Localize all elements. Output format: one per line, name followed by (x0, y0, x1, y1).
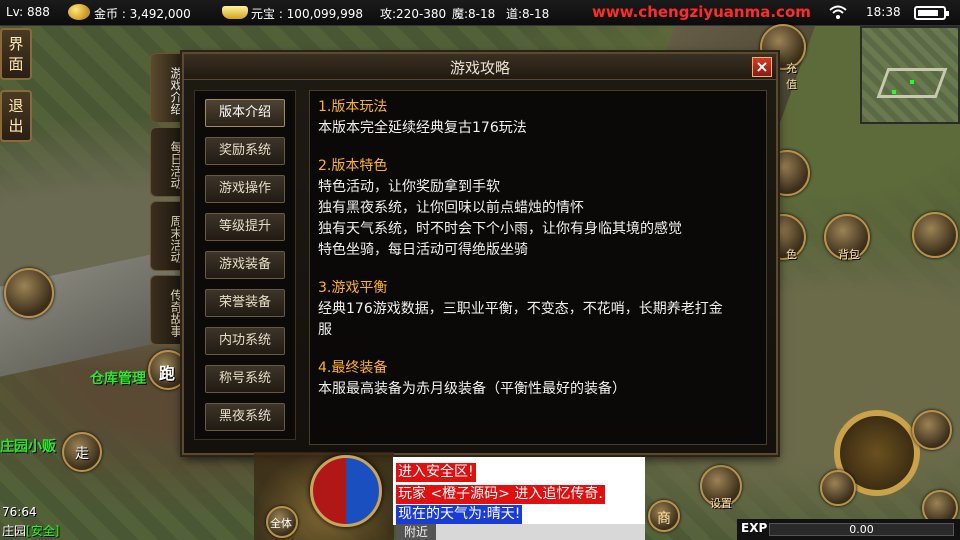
bag-label: 背包 (838, 248, 860, 261)
section-gameplay: 1.版本玩法 本版本完全延续经典复古176玩法 (318, 97, 758, 139)
shop-label: 商 (657, 511, 671, 527)
npc-vendor-label[interactable]: 庄园小贩 (0, 436, 56, 456)
close-button[interactable]: × (752, 57, 772, 77)
section-title: 2.版本特色 (318, 158, 388, 174)
chat-message: 玩家 <橙子源码> 进入追忆传奇. (396, 485, 605, 504)
chat-input[interactable] (436, 524, 645, 540)
status-bar: Lv: 888 金币 : 3,492,000 元宝 : 100,099,998 … (0, 0, 960, 26)
section-line: 独有天气系统，时不时会下个小雨，让你有身临其境的感觉 (318, 221, 682, 237)
recharge-label: 充值 (786, 62, 797, 91)
vtab-legend-story[interactable]: 传奇故事 (150, 275, 183, 345)
bag-button[interactable]: 背包 (824, 214, 870, 261)
section-line: 特色坐骑，每日活动可得绝版坐骑 (318, 242, 528, 258)
settings-label: 设置 (710, 497, 732, 510)
vtab-daily-events[interactable]: 每日活动 (150, 127, 183, 197)
section-line: 经典176游戏数据，三职业平衡，不变态，不花哨，长期养老打金 (318, 301, 723, 317)
all-channel-button[interactable]: 全体 (266, 506, 298, 538)
map-name-text: 庄园 (2, 524, 27, 538)
minimap[interactable] (860, 26, 960, 124)
character-avatar-button[interactable] (4, 268, 54, 318)
section-balance: 3.游戏平衡 经典176游戏数据，三职业平衡，不变态，不花哨，长期养老打金 服 (318, 278, 758, 341)
tao-stat: 道:8-18 (506, 7, 550, 21)
minimap-player-marker (910, 80, 914, 84)
safe-zone-badge: [安全] (26, 524, 60, 538)
gold-amount: 金币 : 3,492,000 (94, 7, 191, 21)
chat-message: 进入安全区! (396, 463, 476, 482)
menu-version-intro[interactable]: 版本介绍 (205, 99, 285, 127)
exp-track: 0.00 (769, 523, 954, 536)
battery-icon (914, 6, 949, 20)
walk-toggle-button[interactable]: 走 (62, 432, 102, 472)
dialog-titlebar: 游戏攻略 × (184, 54, 776, 80)
vtab-weekend-events[interactable]: 周末活动 (150, 201, 183, 271)
battery-fill (918, 10, 939, 16)
chat-message: 现在的天气为:晴天! (396, 505, 523, 524)
section-line: 服 (318, 322, 332, 338)
chat-log[interactable]: 进入安全区! 玩家 <橙子源码> 进入追忆传奇. 现在的天气为:晴天! (393, 457, 645, 525)
magic-stat: 魔:8-18 (452, 7, 496, 21)
shop-button[interactable]: 商 (648, 500, 680, 532)
section-line: 本版本完全延续经典复古176玩法 (318, 120, 527, 136)
section-line: 特色活动，让你奖励拿到手软 (318, 179, 500, 195)
clock: 18:38 (866, 5, 901, 19)
exit-button-label: 退出 (8, 97, 24, 135)
hp-mp-orb (310, 455, 382, 527)
yuanbao-ingot-icon (222, 6, 248, 19)
menu-title-system[interactable]: 称号系统 (205, 365, 285, 393)
wifi-icon (829, 5, 847, 19)
menu-honor-equipment[interactable]: 荣誉装备 (205, 289, 285, 317)
all-channel-label: 全体 (270, 517, 292, 530)
interface-button[interactable]: 界面 (0, 28, 32, 80)
guide-menu: 版本介绍 奖励系统 游戏操作 等级提升 游戏装备 荣誉装备 内功系统 称号系统 … (194, 90, 296, 440)
menu-level-up[interactable]: 等级提升 (205, 213, 285, 241)
section-line: 本服最高装备为赤月级装备（平衡性最好的装备） (318, 381, 626, 397)
section-line: 独有黑夜系统，让你回味以前点蜡烛的情怀 (318, 200, 584, 216)
section-title: 1.版本玩法 (318, 99, 388, 115)
section-features: 2.版本特色 特色活动，让你奖励拿到手软 独有黑夜系统，让你回味以前点蜡烛的情怀… (318, 156, 758, 261)
menu-game-controls[interactable]: 游戏操作 (205, 175, 285, 203)
exit-button[interactable]: 退出 (0, 90, 32, 142)
menu-night-system[interactable]: 黑夜系统 (205, 403, 285, 431)
interface-button-label: 界面 (8, 35, 24, 73)
exp-value: 0.00 (849, 523, 874, 536)
game-guide-dialog: 游戏攻略 × 版本介绍 奖励系统 游戏操作 等级提升 游戏装备 荣誉装备 内功系… (182, 52, 778, 455)
vtab-game-intro[interactable]: 游戏介绍 (150, 53, 183, 123)
player-coordinates: 76:64 (2, 505, 37, 519)
site-url: www.chengziyuanma.com (592, 3, 811, 21)
player-level: Lv: 888 (6, 5, 50, 19)
menu-game-equipment[interactable]: 游戏装备 (205, 251, 285, 279)
minimap-npc-marker (892, 90, 896, 94)
yuanbao-amount: 元宝 : 100,099,998 (251, 7, 364, 21)
section-title: 3.游戏平衡 (318, 280, 388, 296)
npc-warehouse-label[interactable]: 仓库管理 (90, 368, 146, 388)
compass-button[interactable] (912, 212, 958, 258)
chat-tab-nearby[interactable]: 附近 (396, 524, 436, 540)
skill-slot-2-button[interactable] (820, 470, 856, 506)
section-title: 4.最终装备 (318, 360, 388, 376)
role-label: 色 (786, 248, 797, 261)
attack-stat: 攻:220-380 (380, 7, 447, 21)
map-name: 庄园[安全] (2, 522, 59, 539)
menu-reward-system[interactable]: 奖励系统 (205, 137, 285, 165)
walk-label: 走 (75, 446, 89, 462)
exp-bar: EXP 0.00 (737, 519, 960, 540)
settings-button[interactable]: 设置 (700, 465, 742, 510)
menu-inner-power[interactable]: 内功系统 (205, 327, 285, 355)
skill-slot-button[interactable] (912, 410, 952, 450)
exp-label: EXP (741, 521, 768, 535)
section-final-gear: 4.最终装备 本服最高装备为赤月级装备（平衡性最好的装备） (318, 358, 758, 400)
run-label: 跑 (159, 364, 176, 383)
guide-content: 1.版本玩法 本版本完全延续经典复古176玩法 2.版本特色 特色活动，让你奖励… (309, 90, 767, 445)
dialog-title: 游戏攻略 (449, 59, 510, 77)
gold-coins-icon (68, 4, 90, 20)
